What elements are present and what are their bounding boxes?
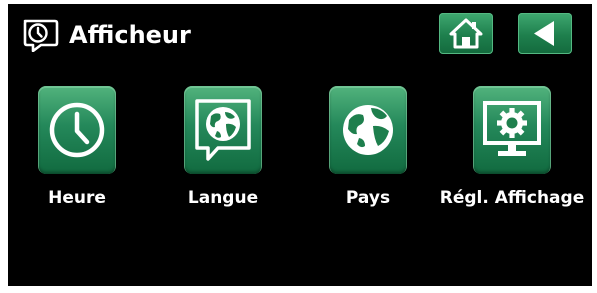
- langue-button[interactable]: [184, 86, 262, 174]
- tile-label-regl-affichage: Régl. Affichage: [439, 188, 585, 208]
- tile-heure[interactable]: Heure: [8, 85, 142, 215]
- tile-pays[interactable]: Pays: [295, 85, 433, 215]
- home-icon: [449, 18, 483, 49]
- clock-speech-bubble-icon: [23, 19, 59, 52]
- tile-label-heure: Heure: [48, 188, 106, 208]
- back-button[interactable]: [518, 13, 572, 54]
- display-screen: Afficheur Heure Langue Pays Régl. Affich…: [8, 4, 592, 286]
- page-title: Afficheur: [69, 21, 191, 49]
- tile-label-pays: Pays: [345, 188, 391, 208]
- tile-langue[interactable]: Langue: [150, 85, 288, 215]
- clock-icon: [49, 102, 105, 158]
- globe-icon: [343, 105, 393, 155]
- globe-speech-bubble-icon: [195, 99, 251, 161]
- pays-button[interactable]: [329, 86, 407, 174]
- heure-button[interactable]: [38, 86, 116, 174]
- back-arrow-icon: [534, 21, 554, 46]
- tile-regl-affichage[interactable]: Régl. Affichage: [439, 85, 584, 215]
- tile-label-langue: Langue: [187, 188, 259, 208]
- home-button[interactable]: [439, 13, 493, 54]
- regl-affichage-button[interactable]: [473, 86, 551, 174]
- monitor-gear-icon: [483, 101, 541, 156]
